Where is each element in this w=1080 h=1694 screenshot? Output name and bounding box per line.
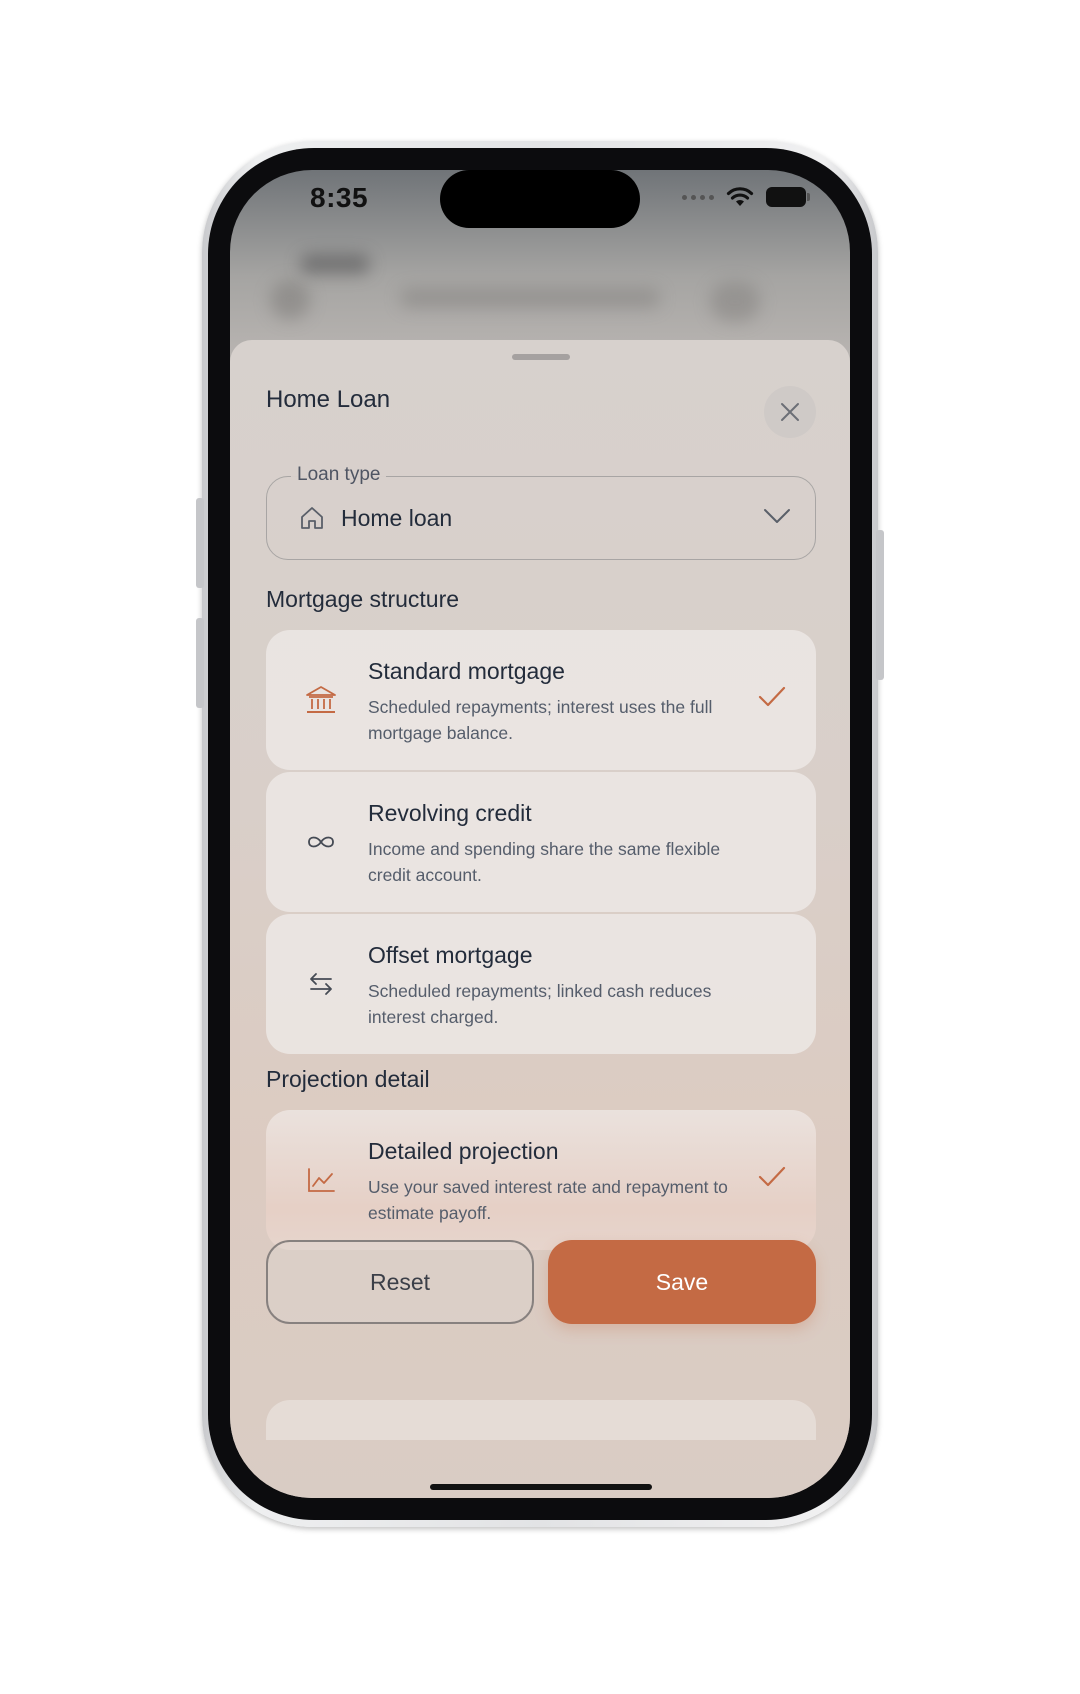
option-description: Scheduled repayments; linked cash reduce… — [368, 981, 712, 1027]
background-blur — [400, 288, 660, 308]
loan-type-value: Home loan — [341, 505, 453, 531]
option-detailed-projection[interactable]: Detailed projection Use your saved inter… — [266, 1110, 816, 1250]
line-chart-icon — [308, 1168, 335, 1192]
sheet-footer: Reset Save — [230, 1240, 850, 1420]
option-description: Use your saved interest rate and repayme… — [368, 1177, 728, 1223]
phone-screen: 8:35 Home Loan Loan type Home loan Mortg… — [230, 170, 850, 1498]
sheet-grabber[interactable] — [512, 354, 570, 360]
side-button-volume — [196, 618, 204, 708]
sheet-title: Home Loan — [266, 386, 391, 413]
option-title: Revolving credit — [368, 800, 532, 826]
bank-icon — [306, 686, 336, 713]
loan-type-select[interactable]: Loan type Home loan — [266, 464, 816, 560]
section-mortgage-structure: Mortgage structure — [266, 586, 460, 612]
signal-icon — [682, 194, 714, 200]
option-standard-mortgage[interactable]: Standard mortgage Scheduled repayments; … — [266, 630, 816, 770]
dynamic-island — [440, 170, 640, 228]
side-button-power — [876, 530, 884, 680]
option-description: Scheduled repayments; interest uses the … — [368, 697, 713, 743]
swap-arrows-icon — [310, 973, 332, 995]
background-blur — [300, 254, 370, 274]
side-button-silent — [196, 498, 204, 588]
checkmark-icon — [758, 686, 786, 707]
option-title: Standard mortgage — [368, 658, 565, 684]
battery-icon — [766, 187, 810, 207]
option-description: Income and spending share the same flexi… — [368, 839, 721, 885]
close-icon — [781, 403, 799, 421]
option-offset-mortgage[interactable]: Offset mortgage Scheduled repayments; li… — [266, 914, 816, 1054]
option-title: Offset mortgage — [368, 942, 533, 968]
section-projection-detail: Projection detail — [266, 1066, 430, 1092]
status-time: 8:35 — [310, 182, 369, 213]
chevron-down-icon — [764, 509, 790, 523]
home-indicator[interactable] — [430, 1484, 652, 1490]
save-button[interactable]: Save — [548, 1240, 816, 1324]
reset-button[interactable]: Reset — [266, 1240, 534, 1324]
close-button[interactable] — [764, 386, 816, 438]
option-title: Detailed projection — [368, 1138, 559, 1164]
infinity-icon — [308, 836, 334, 848]
checkmark-icon — [758, 1166, 786, 1187]
status-icons — [682, 186, 810, 208]
background-blur — [710, 282, 760, 322]
background-blur — [270, 280, 310, 320]
option-revolving-credit[interactable]: Revolving credit Income and spending sha… — [266, 772, 816, 912]
loan-type-label: Loan type — [291, 464, 387, 486]
home-icon — [301, 507, 323, 529]
wifi-icon — [726, 187, 754, 206]
